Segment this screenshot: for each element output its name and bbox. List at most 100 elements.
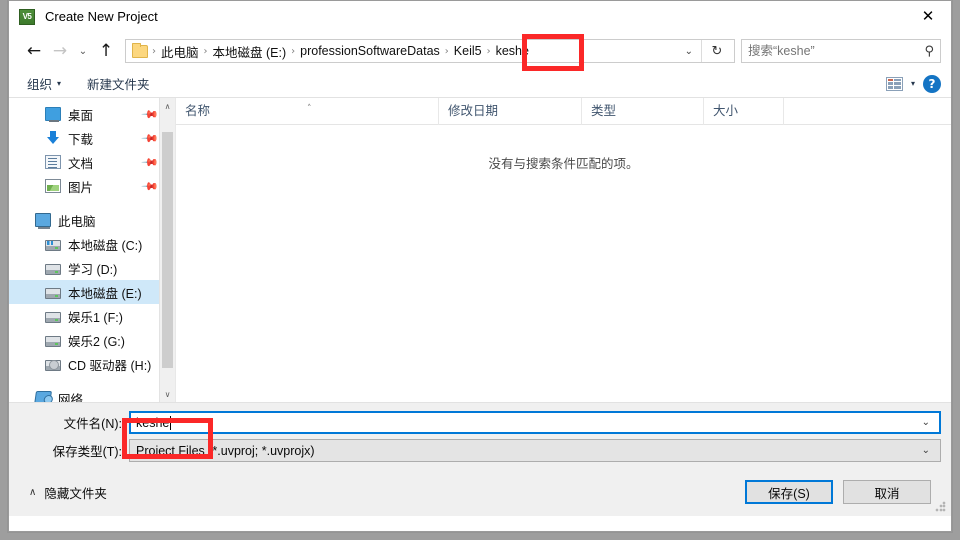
window-title: Create New Project: [45, 9, 158, 24]
column-label: 修改日期: [448, 103, 499, 118]
sidebar-item-label: CD 驱动器 (H:): [68, 358, 152, 373]
sidebar-item-drive-c[interactable]: 本地磁盘 (C:): [9, 232, 175, 256]
column-header-type[interactable]: 类型: [581, 98, 703, 125]
pin-icon: 📌: [140, 177, 160, 196]
save-file-dialog: Create New Project ✕ ← → ⌄ ↑ › 此电脑 › 本地磁…: [8, 0, 952, 532]
toolbar-right-group: ▾ ?: [885, 74, 941, 93]
search-box[interactable]: ⚲: [741, 39, 941, 63]
sidebar-item-label: 娱乐2 (G:): [68, 334, 125, 349]
sidebar-item-label: 本地磁盘 (C:): [68, 238, 143, 253]
scroll-down-icon[interactable]: ∨: [160, 386, 175, 402]
column-header-size[interactable]: 大小: [703, 98, 783, 125]
sidebar-item-this-pc[interactable]: 此电脑: [9, 208, 175, 232]
sidebar-item-label: 图片: [68, 180, 94, 195]
search-input[interactable]: [748, 44, 925, 58]
breadcrumb-separator: ›: [152, 45, 156, 57]
up-icon[interactable]: ↑: [93, 38, 119, 64]
breadcrumb-separator: ›: [291, 45, 296, 57]
column-label: 类型: [591, 103, 617, 118]
sidebar-item-label: 文档: [68, 156, 94, 171]
view-options-icon[interactable]: [885, 76, 903, 91]
pin-icon: 📌: [140, 129, 160, 148]
sidebar-item-label: 网络: [58, 392, 84, 403]
cd-drive-icon: [45, 359, 61, 371]
this-pc-icon: [35, 213, 51, 229]
sidebar-list: 桌面 📌 下载 📌 文档 📌 图片 📌 此电脑 本地磁盘 (C:) 学习 (D:…: [9, 98, 175, 402]
column-label: 大小: [713, 103, 739, 118]
search-icon[interactable]: ⚲: [924, 44, 934, 59]
pin-icon: 📌: [140, 153, 160, 172]
sidebar-item-drive-f[interactable]: 娱乐1 (F:): [9, 304, 175, 328]
chevron-up-icon: ∧: [29, 486, 37, 498]
column-header-name[interactable]: 名称 ˄: [176, 98, 438, 125]
sidebar-item-label: 此电脑: [58, 214, 96, 229]
sidebar-item-label: 学习 (D:): [68, 262, 118, 277]
column-headers: 名称 ˄ 修改日期 类型 大小: [176, 98, 951, 125]
filename-input[interactable]: keshe ⌄: [129, 411, 941, 434]
navigation-pane: 桌面 📌 下载 📌 文档 📌 图片 📌 此电脑 本地磁盘 (C:) 学习 (D:…: [9, 98, 176, 402]
breadcrumb-separator: ›: [486, 45, 491, 57]
empty-state-message: 没有与搜索条件匹配的项。: [488, 157, 639, 171]
sidebar-item-cd-drive[interactable]: CD 驱动器 (H:): [9, 352, 175, 376]
filetype-dropdown[interactable]: Project Files (*.uvproj; *.uvprojx) ⌄: [129, 439, 941, 462]
network-icon: [34, 391, 52, 402]
sidebar-item-pictures[interactable]: 图片 📌: [9, 174, 175, 198]
forward-icon: →: [52, 41, 68, 61]
navigation-bar: ← → ⌄ ↑ › 此电脑 › 本地磁盘 (E:) › professionSo…: [9, 32, 951, 70]
scrollbar-thumb[interactable]: [162, 132, 173, 368]
breadcrumb-this-pc[interactable]: 此电脑: [158, 42, 202, 61]
chevron-down-icon[interactable]: ▾: [911, 79, 915, 88]
breadcrumb-profession-software-datas[interactable]: professionSoftwareDatas: [297, 44, 443, 58]
save-button[interactable]: 保存(S): [745, 480, 833, 504]
sidebar-item-documents[interactable]: 文档 📌: [9, 150, 175, 174]
footer-buttons: 保存(S) 取消: [745, 480, 937, 504]
sidebar-item-drive-e[interactable]: 本地磁盘 (E:): [9, 280, 175, 304]
refresh-icon[interactable]: ↻: [702, 40, 732, 62]
title-bar: Create New Project ✕: [9, 1, 951, 32]
address-bar[interactable]: › 此电脑 › 本地磁盘 (E:) › professionSoftwareDa…: [125, 39, 735, 63]
breadcrumb-drive-e[interactable]: 本地磁盘 (E:): [210, 42, 290, 61]
documents-icon: [45, 155, 61, 169]
column-label: 名称: [185, 103, 211, 118]
new-folder-button[interactable]: 新建文件夹: [87, 74, 150, 93]
chevron-down-icon[interactable]: ⌄: [914, 445, 938, 456]
pin-icon: 📌: [140, 105, 160, 124]
filename-label: 文件名(N):: [63, 417, 122, 431]
sidebar-item-drive-g[interactable]: 娱乐2 (G:): [9, 328, 175, 352]
sidebar-item-label: 桌面: [68, 108, 94, 123]
sidebar-item-network[interactable]: 网络: [9, 386, 175, 402]
sidebar-item-downloads[interactable]: 下载 📌: [9, 126, 175, 150]
column-header-date-modified[interactable]: 修改日期: [438, 98, 581, 125]
organize-button[interactable]: 组织 ▾: [27, 74, 61, 93]
file-list-pane[interactable]: 名称 ˄ 修改日期 类型 大小 没有与搜索条件匹配的项。: [176, 98, 951, 402]
column-header-filler: [783, 98, 951, 125]
drive-icon: [45, 287, 61, 299]
filename-value: keshe: [136, 415, 170, 430]
scroll-up-icon[interactable]: ∧: [160, 98, 175, 114]
sidebar-item-drive-d[interactable]: 学习 (D:): [9, 256, 175, 280]
breadcrumb-keshe[interactable]: keshe: [493, 44, 532, 58]
back-icon[interactable]: ←: [21, 38, 47, 64]
close-icon[interactable]: ✕: [905, 1, 951, 31]
cancel-button[interactable]: 取消: [843, 480, 931, 504]
dialog-footer: ∧ 隐藏文件夹 保存(S) 取消: [9, 468, 951, 516]
chevron-down-icon[interactable]: ⌄: [675, 46, 701, 57]
breadcrumb-keil5[interactable]: Keil5: [451, 44, 485, 58]
sidebar-item-desktop[interactable]: 桌面 📌: [9, 102, 175, 126]
help-icon[interactable]: ?: [923, 74, 941, 93]
keil-uvision-icon: [19, 8, 35, 25]
chevron-down-icon[interactable]: ⌄: [914, 417, 938, 428]
chevron-down-icon: ▾: [57, 79, 62, 88]
breadcrumb-separator: ›: [444, 45, 449, 57]
organize-label: 组织: [27, 78, 53, 92]
sidebar-scrollbar[interactable]: ∧ ∨: [159, 98, 175, 402]
recent-locations-icon[interactable]: ⌄: [73, 38, 93, 64]
new-folder-label: 新建文件夹: [87, 78, 150, 92]
hide-folders-button[interactable]: ∧ 隐藏文件夹: [23, 483, 107, 502]
dialog-body: 桌面 📌 下载 📌 文档 📌 图片 📌 此电脑 本地磁盘 (C:) 学习 (D:…: [9, 98, 951, 403]
desktop-icon: [45, 107, 61, 122]
drive-icon: [45, 311, 61, 323]
resize-grip[interactable]: [935, 501, 946, 512]
